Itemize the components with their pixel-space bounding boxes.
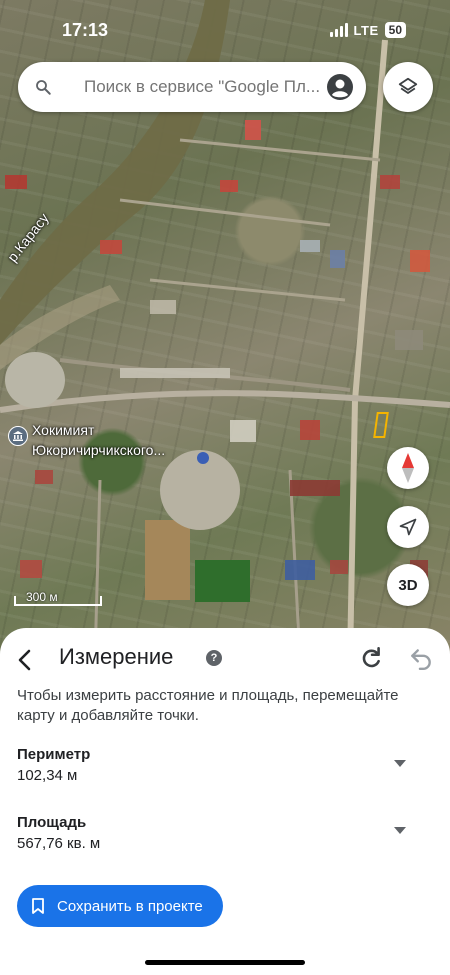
home-indicator[interactable] bbox=[145, 960, 305, 965]
search-input[interactable]: Поиск в сервисе "Google Пл... bbox=[84, 77, 326, 97]
perimeter-dropdown-icon[interactable] bbox=[393, 759, 407, 769]
area-value: 567,76 кв. м bbox=[17, 835, 101, 852]
compass-button[interactable] bbox=[387, 447, 429, 489]
save-button-label: Сохранить в проекте bbox=[57, 897, 203, 915]
search-icon bbox=[36, 80, 51, 95]
undo-icon[interactable] bbox=[408, 645, 434, 671]
area-section[interactable]: Площадь 567,76 кв. м bbox=[17, 814, 417, 852]
map-view[interactable]: 17:13 LTE 50 Поиск в сервисе "Google Пл.… bbox=[0, 0, 450, 660]
area-label: Площадь bbox=[17, 814, 87, 831]
compass-icon bbox=[402, 453, 414, 483]
poi-label: Хокимият Юкоричирчикского... bbox=[32, 422, 166, 458]
save-to-project-button[interactable]: Сохранить в проекте bbox=[17, 885, 223, 927]
layers-icon bbox=[398, 77, 418, 94]
battery-icon: 50 bbox=[384, 22, 406, 38]
redo-icon[interactable] bbox=[358, 645, 384, 671]
perimeter-value: 102,34 м bbox=[17, 767, 78, 784]
search-bar[interactable]: Поиск в сервисе "Google Пл... bbox=[18, 62, 366, 112]
account-icon[interactable] bbox=[326, 73, 354, 101]
area-dropdown-icon[interactable] bbox=[393, 826, 407, 836]
status-icons: LTE 50 bbox=[329, 22, 406, 38]
government-building-icon bbox=[8, 426, 28, 446]
layers-button[interactable] bbox=[383, 62, 433, 112]
instructions-text: Чтобы измерить расстояние и площадь, пер… bbox=[17, 687, 399, 724]
status-bar: 17:13 LTE 50 bbox=[0, 0, 450, 54]
perimeter-label: Периметр bbox=[17, 746, 91, 763]
measure-panel: Измерение ? Чтобы измерить расстояние и … bbox=[0, 628, 450, 975]
perimeter-section[interactable]: Периметр 102,34 м bbox=[17, 746, 417, 784]
back-button[interactable] bbox=[8, 644, 40, 676]
panel-title: Измерение bbox=[59, 644, 174, 669]
signal-icon bbox=[329, 23, 348, 37]
bookmark-icon bbox=[32, 898, 44, 914]
help-icon[interactable]: ? bbox=[206, 650, 222, 666]
scale-label: 300 м bbox=[26, 590, 58, 604]
network-type: LTE bbox=[353, 22, 379, 38]
my-location-button[interactable] bbox=[387, 506, 429, 548]
navigation-arrow-icon bbox=[399, 518, 417, 536]
scale-bar: 300 м bbox=[14, 590, 104, 608]
status-time: 17:13 bbox=[62, 20, 109, 40]
chevron-left-icon bbox=[18, 649, 31, 671]
3d-toggle-button[interactable]: 3D bbox=[387, 564, 429, 606]
